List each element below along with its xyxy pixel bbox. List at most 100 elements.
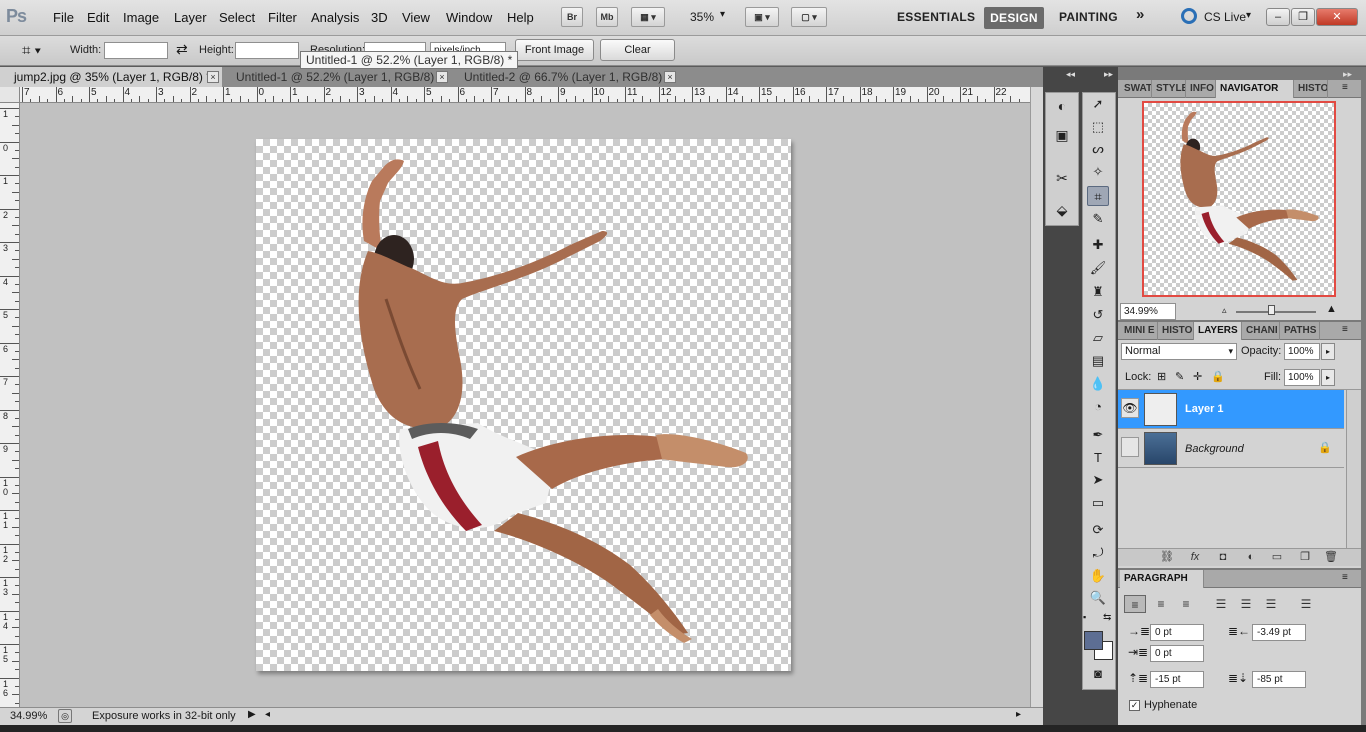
fill-slider-arrow-icon[interactable]: ▸ (1321, 369, 1335, 386)
lock-transparent-icon[interactable]: ⊞ (1157, 370, 1166, 383)
space-after-field[interactable]: -85 pt (1252, 671, 1306, 688)
menu-select[interactable]: Select (219, 10, 255, 25)
color-icon[interactable]: ◐ (1052, 96, 1072, 116)
blend-mode-select[interactable]: Normal ▾ (1121, 343, 1237, 360)
hyphenate-checkbox[interactable]: ✓ (1129, 700, 1140, 711)
menu-file[interactable]: File (53, 10, 74, 25)
panel-menu-icon[interactable]: ≡ (1342, 572, 1348, 583)
scroll-left-icon[interactable]: ◂ (265, 709, 270, 720)
status-menu-icon[interactable]: ◎ (58, 709, 72, 723)
close-button[interactable]: ✕ (1316, 8, 1358, 26)
tab-navigator[interactable]: NAVIGATOR (1216, 80, 1294, 98)
tab-history[interactable]: HISTO (1294, 80, 1328, 98)
menu-edit[interactable]: Edit (87, 10, 109, 25)
swap-colors-icon[interactable]: ⇆ (1103, 612, 1111, 623)
scroll-right-icon[interactable]: ▸ (1016, 709, 1021, 720)
3d-orbit-tool-icon[interactable]: ⤾ (1087, 543, 1109, 563)
foreground-color-swatch[interactable] (1084, 631, 1103, 650)
restore-button[interactable]: ❐ (1291, 8, 1315, 26)
space-before-field[interactable]: -15 pt (1150, 671, 1204, 688)
layer-name[interactable]: Background (1185, 443, 1244, 455)
menu-3d[interactable]: 3D (371, 10, 388, 25)
status-zoom[interactable]: 34.99% (10, 710, 47, 722)
tab-untitled-1[interactable]: Untitled-1 @ 52.2% (Layer 1, RGB/8) * × (222, 67, 450, 87)
lasso-tool-icon[interactable]: ᔕ (1087, 139, 1109, 159)
type-tool-icon[interactable]: T (1087, 448, 1109, 468)
default-colors-icon[interactable]: ▪ (1083, 612, 1086, 622)
link-layers-icon[interactable]: ⛓ (1158, 549, 1176, 565)
justify-all-icon[interactable]: ☰ (1295, 595, 1317, 613)
pen-tool-icon[interactable]: ✒ (1087, 425, 1109, 445)
zoom-level-select[interactable]: 35% (690, 10, 714, 24)
delete-layer-icon[interactable]: 🗑 (1322, 549, 1340, 565)
adjustments-icon[interactable]: ▣ (1052, 125, 1072, 145)
close-tab-icon[interactable]: × (436, 71, 448, 83)
tab-swatches[interactable]: SWAT (1120, 80, 1152, 98)
collapse-tools-icon[interactable]: ▸▸ (1104, 69, 1113, 80)
crop-tool-preset-picker[interactable]: ⌗ ▾ (22, 41, 56, 61)
align-left-icon[interactable]: ≡ (1124, 595, 1146, 613)
gradient-tool-icon[interactable]: ▤ (1087, 351, 1109, 371)
dodge-tool-icon[interactable]: ◔ (1087, 397, 1109, 417)
opacity-field[interactable]: 100% (1284, 343, 1320, 360)
zoom-slider-thumb[interactable] (1268, 305, 1275, 315)
swap-dimensions-icon[interactable]: ⇄ (176, 41, 188, 58)
brush-tool-icon[interactable]: 🖌 (1087, 258, 1109, 278)
tab-info[interactable]: INFO (1186, 80, 1216, 98)
navigator-preview[interactable] (1142, 101, 1336, 297)
tab-mini-bridge[interactable]: MINI E (1120, 322, 1158, 340)
vertical-scrollbar[interactable] (1030, 87, 1043, 707)
justify-right-icon[interactable]: ☰ (1260, 595, 1282, 613)
workspace-painting[interactable]: PAINTING (1059, 10, 1118, 24)
blur-tool-icon[interactable]: 💧 (1087, 374, 1109, 394)
clone-source-icon[interactable]: ⬙ (1052, 200, 1072, 220)
visibility-eye-icon[interactable]: 👁 (1121, 398, 1139, 418)
tab-layers[interactable]: LAYERS (1194, 322, 1242, 340)
healing-brush-tool-icon[interactable]: ✚ (1087, 235, 1109, 255)
navigator-zoom-field[interactable]: 34.99% (1120, 303, 1176, 320)
ruler-origin[interactable] (0, 87, 20, 103)
tab-paragraph[interactable]: PARAGRAPH (1120, 570, 1204, 588)
tab-channels[interactable]: CHANI (1242, 322, 1280, 340)
tab-untitled-2[interactable]: Untitled-2 @ 66.7% (Layer 1, RGB/8) * × (450, 67, 680, 87)
workspace-design[interactable]: DESIGN (984, 7, 1044, 29)
layer-name[interactable]: Layer 1 (1185, 403, 1224, 415)
rectangle-tool-icon[interactable]: ▭ (1087, 493, 1109, 513)
arrange-documents-button[interactable]: ▣ ▾ (745, 7, 779, 27)
zoom-tool-icon[interactable]: 🔍 (1087, 588, 1109, 608)
indent-first-line-field[interactable]: 0 pt (1150, 645, 1204, 662)
zoom-out-icon[interactable]: ▵ (1222, 305, 1227, 316)
fill-field[interactable]: 100% (1284, 369, 1320, 386)
menu-layer[interactable]: Layer (174, 10, 207, 25)
clone-stamp-tool-icon[interactable]: ♜ (1087, 282, 1109, 302)
status-arrow-icon[interactable]: ▶ (248, 709, 256, 720)
width-field[interactable] (104, 42, 168, 59)
new-group-icon[interactable]: ▭ (1268, 549, 1286, 565)
tab-history-2[interactable]: HISTO (1158, 322, 1194, 340)
hand-tool-icon[interactable]: ✋ (1087, 566, 1109, 586)
panel-menu-icon[interactable]: ≡ (1342, 324, 1348, 335)
justify-left-icon[interactable]: ☰ (1210, 595, 1232, 613)
mini-bridge-button[interactable]: Mb (596, 7, 618, 27)
layers-scrollbar[interactable] (1346, 390, 1361, 548)
crop-tool-icon[interactable]: ⌗ (1087, 186, 1109, 206)
menu-window[interactable]: Window (446, 10, 492, 25)
document-canvas[interactable] (256, 139, 791, 671)
tool-presets-icon[interactable]: ✂ (1052, 168, 1072, 188)
path-selection-tool-icon[interactable]: ➤ (1087, 470, 1109, 490)
justify-center-icon[interactable]: ☰ (1235, 595, 1257, 613)
eyedropper-tool-icon[interactable]: ✎ (1087, 209, 1109, 229)
new-layer-icon[interactable]: ❐ (1296, 549, 1314, 565)
tab-styles[interactable]: STYLE (1152, 80, 1186, 98)
minimize-button[interactable]: – (1266, 8, 1290, 26)
layer-style-icon[interactable]: fx (1186, 549, 1204, 565)
lock-all-icon[interactable]: 🔒 (1211, 370, 1225, 383)
indent-right-field[interactable]: -3.49 pt (1252, 624, 1306, 641)
navigator-zoom-slider[interactable] (1236, 311, 1316, 313)
more-workspaces-icon[interactable]: » (1136, 6, 1145, 23)
screen-mode-button[interactable]: ▢ ▾ (791, 7, 827, 27)
indent-left-field[interactable]: 0 pt (1150, 624, 1204, 641)
front-image-button[interactable]: Front Image (515, 39, 594, 61)
add-mask-icon[interactable]: ◘ (1214, 549, 1232, 565)
history-brush-tool-icon[interactable]: ↺ (1087, 305, 1109, 325)
